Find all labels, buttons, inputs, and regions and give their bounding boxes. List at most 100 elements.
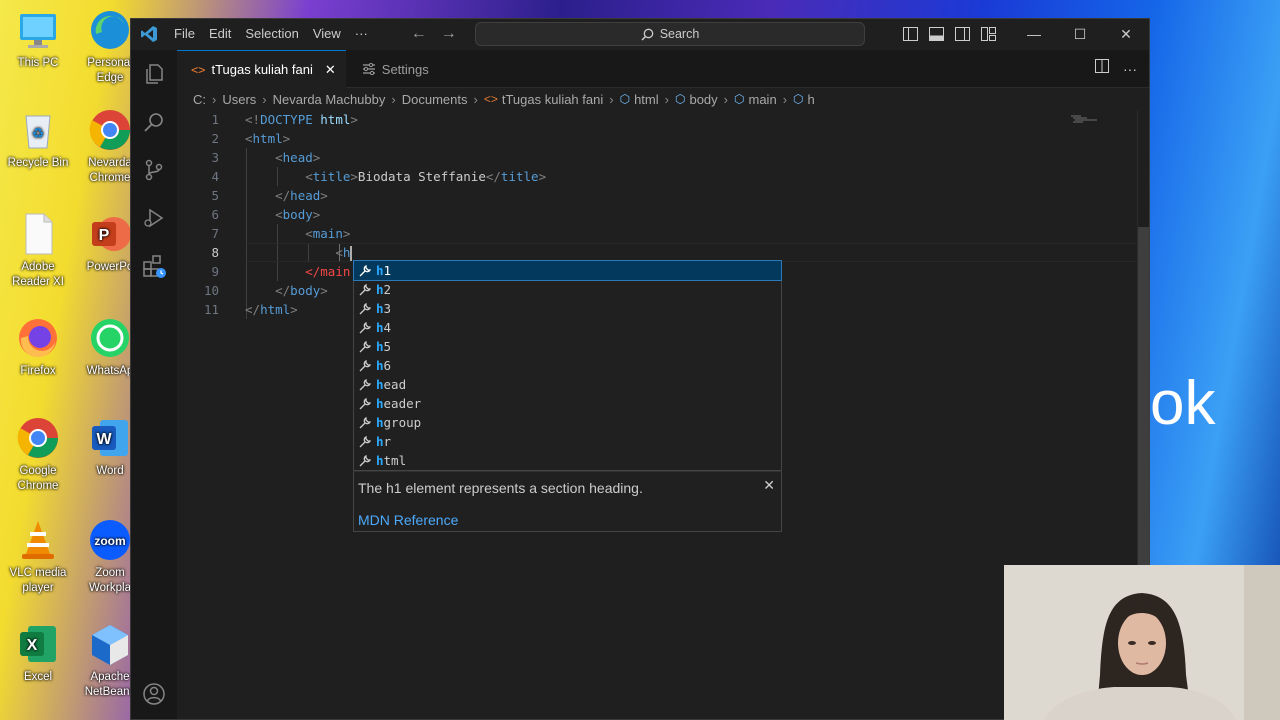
suggestion-item[interactable]: h2 [354,280,781,299]
more-actions-icon[interactable]: ··· [1123,61,1137,77]
editor-tabs: <> tTugas kuliah fani ✕ Settings ··· [177,50,1149,88]
search-icon [641,28,654,41]
symbol-field-icon: ⬡ [734,92,745,106]
suggestion-item[interactable]: h4 [354,318,781,337]
line-text: </body> [275,283,328,298]
suggestion-match: h [376,434,384,449]
suggestion-item[interactable]: h ead [354,375,781,394]
desktop-icon-this-pc[interactable]: This PC [2,8,74,71]
split-editor-icon[interactable] [1095,59,1109,78]
suggestion-match: h [376,339,384,354]
tab-close-button[interactable]: ✕ [325,62,336,78]
menu-more[interactable]: ··· [348,19,375,49]
wrench-icon [357,453,373,469]
tab-tugas-kuliah-fani[interactable]: <> tTugas kuliah fani ✕ [177,50,346,88]
svg-text:X: X [27,637,38,654]
source-control-icon[interactable] [131,146,177,194]
desktop-icon-recycle-bin[interactable]: ♻ Recycle Bin [2,108,74,171]
menu-selection[interactable]: Selection [238,19,305,49]
toggle-secondary-sidebar-icon[interactable] [949,19,975,49]
tab-label: tTugas kuliah fani [211,62,313,77]
suggestion-item[interactable]: h1 [353,260,782,281]
webcam-person-image [1004,565,1280,720]
line-text: <head> [275,150,321,165]
document-icon [16,212,60,256]
desktop-icon-excel[interactable]: X Excel [2,622,74,685]
desktop-icon-label: Recycle Bin [7,157,69,169]
suggestion-rest: 5 [383,339,392,354]
suggestion-details: The h1 element represents a section head… [353,471,782,532]
mdn-reference-link[interactable]: MDN Reference [358,512,458,528]
webcam-overlay [1004,565,1280,720]
chevron-right-icon: › [782,91,788,107]
desktop-icon-vlc[interactable]: VLC media player [2,518,74,596]
toggle-primary-sidebar-icon[interactable] [897,19,923,49]
toggle-panel-icon[interactable] [923,19,949,49]
breadcrumb-item[interactable]: h [808,92,815,107]
settings-icon [362,63,375,75]
suggestion-item[interactable]: h group [354,413,781,432]
minimize-button[interactable]: — [1011,19,1057,49]
breadcrumb-item[interactable]: Documents [402,92,468,107]
html-file-icon: <> [191,62,206,77]
search-icon[interactable] [131,98,177,146]
line-text: <title>Biodata Steffanie</title> [305,169,547,184]
title-bar: File Edit Selection View ··· ← → Search … [131,19,1149,49]
suggestion-item[interactable]: h3 [354,299,781,318]
breadcrumb-item[interactable]: html [634,92,659,107]
chevron-right-icon: › [664,91,669,107]
breadcrumb-item[interactable]: Nevarda Machubby [273,92,386,107]
suggestion-item[interactable]: h tml [354,451,781,470]
recycle-bin-icon: ♻ [16,108,60,152]
suggestion-item[interactable]: h5 [354,337,781,356]
extensions-icon[interactable] [131,242,177,290]
back-arrow-icon[interactable]: ← [411,25,427,43]
symbol-field-icon: ⬡ [674,92,686,106]
suggestion-rest: 3 [383,301,392,316]
line-number: 9 [211,264,219,279]
breadcrumb-item[interactable]: Users [222,92,256,107]
suggestion-item[interactable]: h eader [354,394,781,413]
breadcrumb-item[interactable]: tTugas kuliah fani [502,92,603,107]
text-cursor [350,246,353,261]
code-line: 1 <!DOCTYPE html> [177,110,1137,129]
tab-settings[interactable]: Settings [346,50,439,88]
suggestion-rest: tml [383,453,407,468]
desktop-icon-adobe-reader[interactable]: Adobe Reader XI [2,212,74,290]
explorer-files-icon[interactable] [131,50,177,98]
wrench-icon [357,396,373,412]
run-debug-icon[interactable] [131,194,177,242]
breadcrumb-item[interactable]: main [749,92,777,107]
suggestion-item[interactable]: h6 [354,356,781,375]
chevron-right-icon: › [609,91,614,107]
command-center-search[interactable]: Search [475,22,865,46]
line-number: 11 [203,302,219,317]
line-text: <!DOCTYPE html> [245,112,358,127]
wrench-icon [357,339,373,355]
autocomplete-suggestions[interactable]: h1 h2 h3 h4 h5 h6 h ead h eader h group hr … [353,260,782,471]
accounts-icon[interactable] [131,670,177,718]
desktop-icon-label: This PC [17,57,59,69]
forward-arrow-icon[interactable]: → [441,25,457,43]
menu-view[interactable]: View [306,19,348,49]
menu-edit[interactable]: Edit [202,19,238,49]
close-window-button[interactable]: ✕ [1103,19,1149,49]
desktop-icon-firefox[interactable]: Firefox [2,316,74,379]
desktop-icon-chrome[interactable]: Google Chrome [2,416,74,494]
menu-file[interactable]: File [167,19,202,49]
close-details-button[interactable]: ✕ [763,477,775,494]
customize-layout-icon[interactable] [975,19,1001,49]
maximize-button[interactable]: ☐ [1057,19,1103,49]
svg-text:W: W [96,431,112,448]
suggestion-item[interactable]: hr [354,432,781,451]
desktop-icon-label: Adobe Reader XI [12,261,64,288]
line-text: <html> [245,131,291,146]
code-line: 2 <html> [177,129,1137,148]
scrollbar-thumb[interactable] [1138,227,1149,567]
wrench-icon [357,320,373,336]
breadcrumb-item[interactable]: C: [193,92,206,107]
suggestion-rest: r [383,434,392,449]
svg-text:P: P [99,227,110,244]
breadcrumb-item[interactable]: body [689,92,717,107]
minimap[interactable] [1071,115,1099,123]
